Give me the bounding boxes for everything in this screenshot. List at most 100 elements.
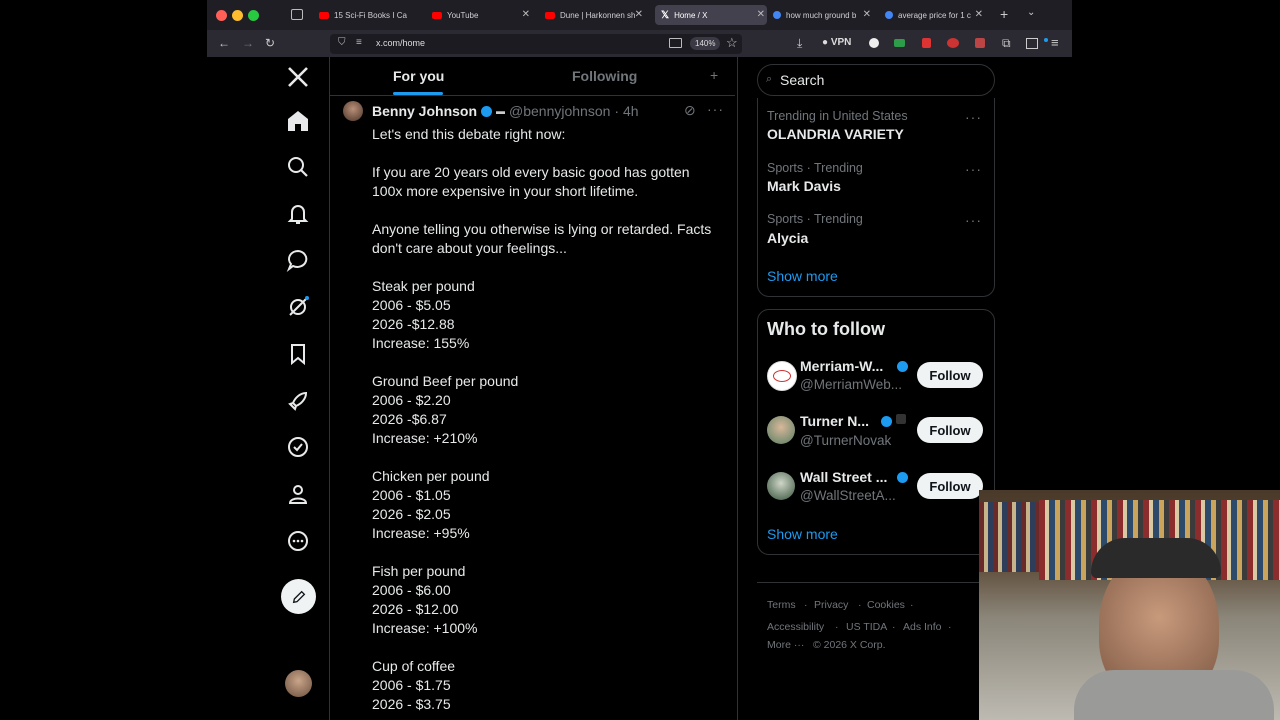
tab-overview-icon[interactable] — [291, 9, 303, 20]
tab-home-x[interactable]: 𝕏 Home / X ✕ — [655, 5, 767, 25]
account-indicator-icon — [1044, 38, 1048, 42]
compose-post-button[interactable] — [281, 579, 316, 614]
trend-item[interactable]: Mark Davis — [767, 178, 841, 194]
verified-badge-icon — [881, 416, 892, 427]
tab-youtube[interactable]: YouTube ✕ — [432, 5, 532, 25]
search-input[interactable]: ⌕ Search — [757, 64, 995, 96]
grok-icon[interactable] — [284, 293, 312, 321]
minimize-window-button[interactable] — [232, 10, 243, 21]
tweet-time[interactable]: · 4h — [614, 103, 638, 119]
extension-icon[interactable] — [894, 39, 905, 47]
bookmarks-icon[interactable] — [284, 340, 312, 368]
tab-for-you[interactable]: For you — [393, 68, 444, 84]
close-tab-icon[interactable]: ✕ — [757, 9, 765, 20]
footer-more-link[interactable]: More ··· — [767, 639, 804, 651]
messages-bubble-icon[interactable] — [284, 246, 312, 274]
tab-bar: 15 Sci-Fi Books I Ca YouTube ✕ Dune | Har… — [207, 0, 1072, 30]
divider — [757, 582, 979, 583]
url-text: x.com/home — [376, 38, 426, 48]
maximize-window-button[interactable] — [248, 10, 259, 21]
jobs-rocket-icon[interactable] — [284, 387, 312, 415]
trend-item[interactable]: Alycia — [767, 230, 808, 246]
search-icon: ⌕ — [766, 73, 773, 85]
footer-ads-link[interactable]: Ads Info — [903, 621, 942, 633]
separator: · — [948, 621, 952, 633]
trends-show-more-link[interactable]: Show more — [767, 268, 838, 284]
tab-ground-beef[interactable]: how much ground b ✕ — [773, 5, 873, 25]
follow-button[interactable]: Follow — [917, 473, 983, 499]
reload-icon[interactable]: ↻ — [265, 36, 275, 50]
compose-icon — [292, 590, 305, 603]
verified-orgs-icon[interactable] — [284, 433, 312, 461]
separator: · — [804, 599, 808, 611]
footer-privacy-link[interactable]: Privacy — [814, 599, 848, 611]
trend-more-icon[interactable]: ··· — [965, 212, 982, 228]
suggested-user-name[interactable]: Wall Street ... — [800, 469, 887, 485]
wtf-show-more-link[interactable]: Show more — [767, 526, 838, 542]
tweet-text: Let's end this debate right now: If you … — [372, 126, 712, 712]
tweet-handle[interactable]: @bennyjohnson — [509, 103, 610, 119]
forward-icon[interactable]: → — [242, 36, 254, 50]
suggested-user-handle[interactable]: @MerriamWeb... — [800, 377, 902, 392]
home-icon[interactable] — [284, 107, 312, 135]
trend-context: Sports · Trending — [767, 212, 863, 226]
trend-more-icon[interactable]: ··· — [965, 161, 982, 177]
suggested-user-name[interactable]: Turner N... — [800, 413, 869, 429]
back-icon[interactable]: ← — [218, 36, 230, 50]
menu-icon[interactable]: ≡ — [1051, 35, 1059, 50]
footer-accessibility-link[interactable]: Accessibility — [767, 621, 824, 633]
webcam-overlay — [979, 490, 1280, 720]
reader-view-icon[interactable] — [669, 38, 682, 48]
tab-dune[interactable]: Dune | Harkonnen sh ✕ — [545, 5, 645, 25]
tab-following[interactable]: Following — [572, 68, 637, 84]
vpn-button[interactable]: ● VPN — [822, 37, 851, 48]
trend-more-icon[interactable]: ··· — [965, 109, 982, 125]
merriam-webster-avatar[interactable] — [767, 361, 797, 391]
close-tab-icon[interactable]: ✕ — [863, 9, 871, 20]
person-shirt — [1074, 670, 1274, 720]
add-feed-icon[interactable]: + — [710, 67, 718, 83]
tab-average-price[interactable]: average price for 1 c ✕ — [885, 5, 985, 25]
more-circle-icon[interactable] — [284, 527, 312, 555]
extension-icon[interactable] — [869, 38, 879, 48]
footer-terms-link[interactable]: Terms — [767, 599, 796, 611]
verified-badge-icon — [481, 105, 493, 117]
follow-button[interactable]: Follow — [917, 417, 983, 443]
sidebar-toggle-icon[interactable] — [1026, 38, 1038, 49]
follow-button[interactable]: Follow — [917, 362, 983, 388]
tweet-more-icon[interactable]: ··· — [707, 101, 724, 117]
suggested-user-handle[interactable]: @TurnerNovak — [800, 433, 891, 448]
download-icon[interactable]: ⤓ — [797, 36, 802, 51]
account-avatar[interactable] — [285, 670, 312, 697]
footer-ustida-link[interactable]: US TIDA — [846, 621, 887, 633]
suggested-user-name[interactable]: Merriam-W... — [800, 358, 883, 374]
turner-novak-avatar[interactable] — [767, 416, 795, 444]
footer-cookies-link[interactable]: Cookies — [867, 599, 905, 611]
tweet-author-name[interactable]: Benny Johnson — [372, 103, 477, 119]
trend-item[interactable]: OLANDRIA VARIETY — [767, 126, 904, 142]
close-tab-icon[interactable]: ✕ — [522, 9, 530, 20]
notifications-bell-icon[interactable] — [284, 200, 312, 228]
profile-icon[interactable] — [284, 480, 312, 508]
suggested-user-handle[interactable]: @WallStreetA... — [800, 488, 896, 503]
search-icon[interactable] — [284, 153, 312, 181]
close-tab-icon[interactable]: ✕ — [975, 9, 983, 20]
tab-list-chevron-icon[interactable]: ⌄ — [1027, 7, 1035, 18]
extension-icon[interactable] — [975, 38, 985, 48]
shield-icon: ⛉ — [338, 37, 346, 48]
close-window-button[interactable] — [216, 10, 227, 21]
bookmark-star-icon[interactable]: ☆ — [726, 35, 738, 51]
person-cap — [1091, 538, 1221, 578]
tweet-author-avatar[interactable] — [343, 101, 363, 121]
tab-scifi-books[interactable]: 15 Sci-Fi Books I Ca — [319, 5, 424, 25]
extensions-puzzle-icon[interactable]: ⧉ — [1002, 36, 1011, 51]
wall-street-avatar[interactable] — [767, 472, 795, 500]
new-tab-icon[interactable]: + — [1000, 6, 1008, 22]
extension-icon[interactable] — [922, 38, 931, 48]
grok-explain-icon[interactable]: ⊘ — [684, 102, 696, 119]
extension-icon[interactable] — [947, 38, 959, 48]
x-logo-icon[interactable] — [284, 63, 312, 91]
site-settings-icon[interactable]: ≡ — [356, 37, 362, 48]
close-tab-icon[interactable]: ✕ — [635, 9, 643, 20]
zoom-level[interactable]: 140% — [690, 37, 721, 50]
